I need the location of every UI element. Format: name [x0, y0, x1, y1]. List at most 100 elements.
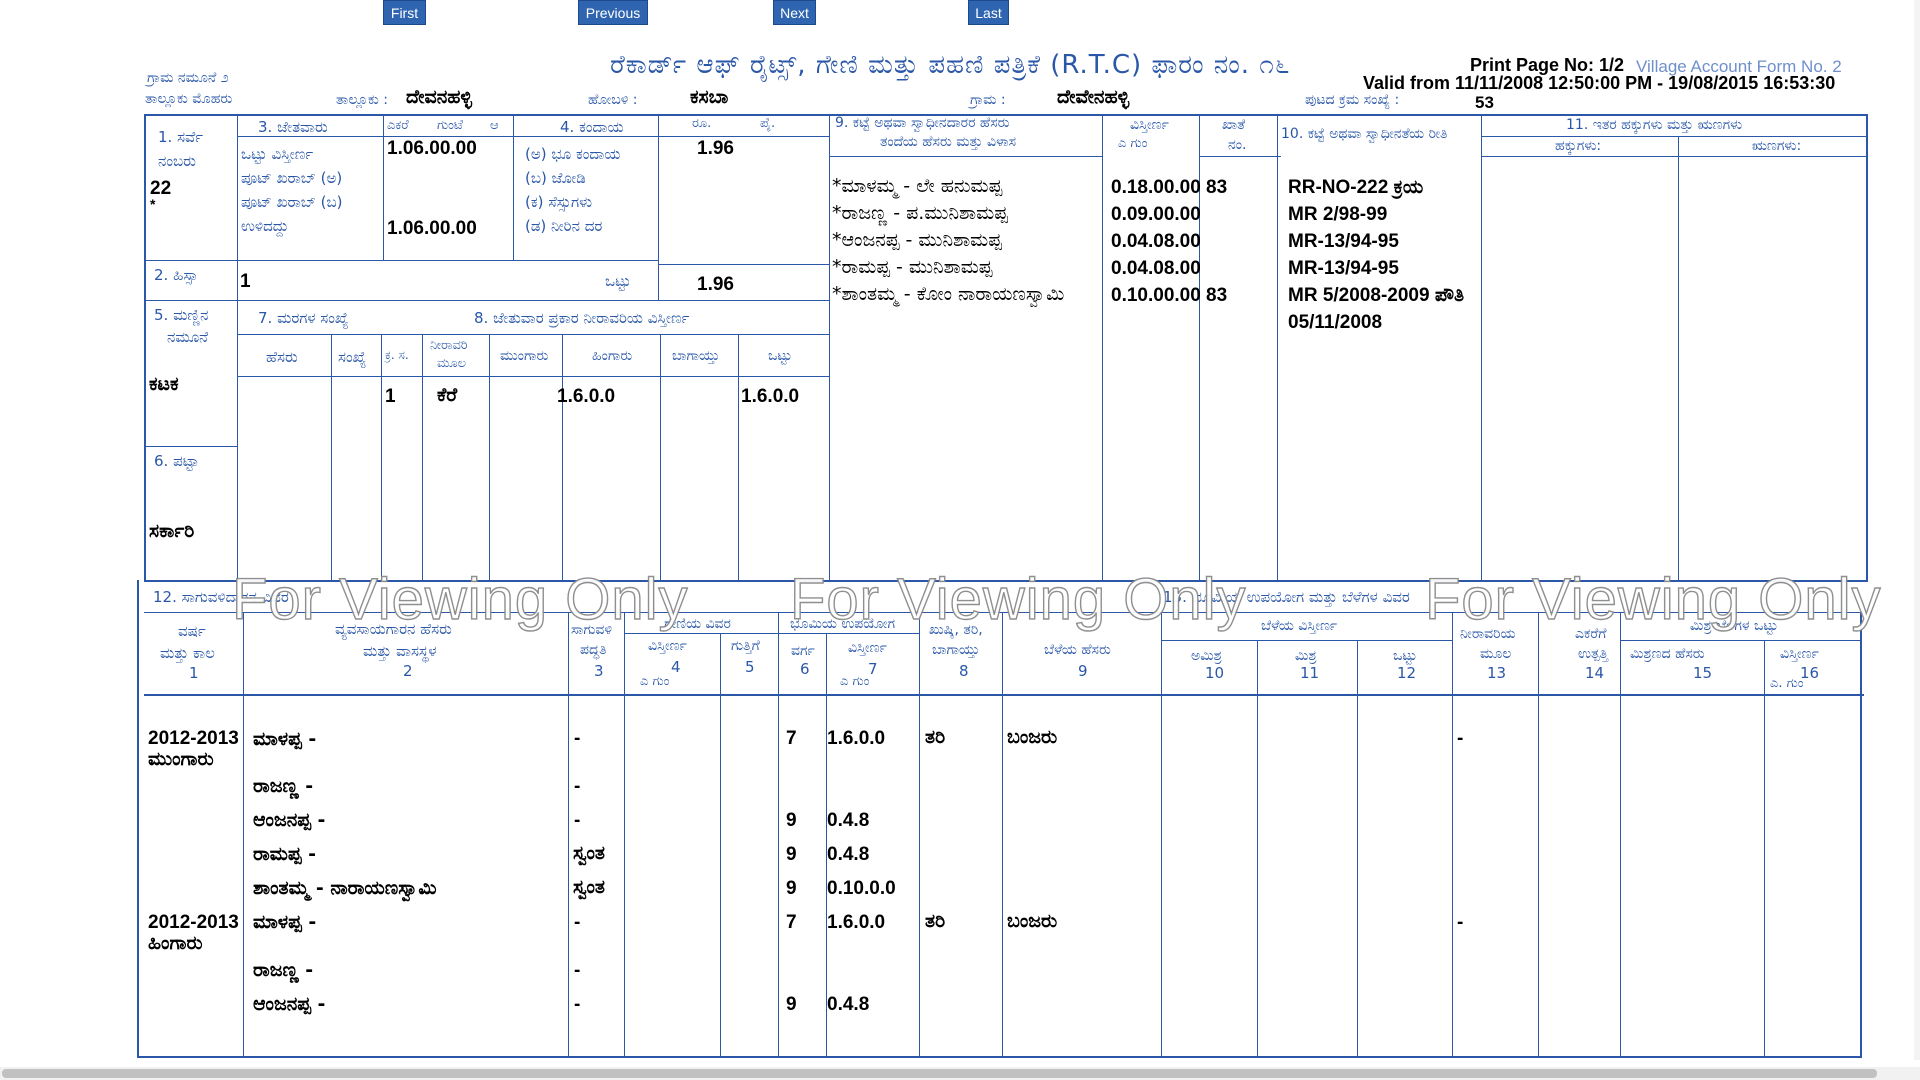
watermark-text: For Viewing Only: [789, 566, 1247, 632]
irr-bagayat-header: ಬಾಗಾಯ್ತು: [672, 348, 720, 364]
row-method: -: [574, 994, 581, 1015]
total-extent-value: 1.06.00.00: [387, 138, 477, 159]
owner-mode: MR-13/94-95: [1288, 231, 1399, 252]
row-cultivator: ಮಾಳಪ್ಪ -: [253, 911, 317, 933]
kandaya-total-value: 1.96: [697, 274, 734, 295]
liabilities-subheader: ಋಣಗಳು:: [1752, 138, 1802, 154]
irr-source-header-2: ಮೂಲ: [437, 356, 467, 371]
row-class: 7: [786, 728, 797, 749]
col-mixture-name: ಮಿಶ್ರಣದ ಹೆಸರು: [1630, 646, 1705, 662]
previous-button[interactable]: Previous: [578, 0, 648, 25]
row-extent: 0.4.8: [827, 994, 870, 1015]
col-year-header-2: ಮತ್ತು ಕಾಲ: [160, 644, 215, 662]
watermark-text: For Viewing Only: [1424, 566, 1882, 632]
kandaya-value: 1.96: [697, 138, 734, 159]
taluk-label: ತಾಲ್ಲೂಕು :: [336, 92, 388, 108]
irrigation-header: 8. ಜೇತುವಾರ ಪ್ರಕಾರ ನೀರಾವರಿಯ ವಿಸ್ತೀರ್ಣ: [474, 309, 690, 327]
owner-header-2: ತಂದೆಯ ಹೆಸರು ಮತ್ತು ವಿಳಾಸ: [880, 134, 1017, 150]
patta-value: ಸರ್ಕಾರಿ: [149, 520, 195, 542]
row-class: 9: [786, 810, 797, 831]
khata-header: ಖಾತೆ: [1222, 117, 1246, 133]
pot-kharab-b-label: ಪೂಟ್ ಖರಾಬ್ (ಬ): [241, 193, 343, 211]
hobli-label: ಹೋಬಳಿ :: [588, 92, 638, 108]
row-land-type: ತರಿ: [925, 726, 946, 748]
rights-subheader: ಹಕ್ಕುಗಳು:: [1555, 138, 1602, 154]
watermark-text: For Viewing Only: [231, 566, 689, 632]
owner-name: *ರಾಮಪ್ಪ - ಮುನಿಶಾಮಪ್ಪ: [832, 256, 993, 278]
kandaya-c: (ಕ) ಸೆಸ್ಸುಗಳು: [525, 193, 592, 211]
row-method: -: [574, 960, 581, 981]
page-serial-label: ಪುಟದ ಕ್ರಮ ಸಂಖ್ಯೆ :: [1305, 92, 1400, 108]
row-cultivator: ಮಾಳಪ್ಪ -: [253, 728, 317, 750]
col-method-num: 3: [594, 662, 604, 680]
irr-source-header: ನೀರಾವರಿ: [430, 338, 468, 353]
row-method: ಸ್ವಂತ: [573, 842, 605, 864]
row-class: 9: [786, 844, 797, 865]
trees-header: 7. ಮರಗಳ ಸಂಖ್ಯೆ: [258, 309, 349, 327]
owner-name: *ರಾಜಣ್ಣ - ಪ.ಮುನಿಶಾಮಪ್ಪ: [832, 202, 1008, 224]
col-yield-num: 14: [1585, 664, 1605, 682]
other-rights-header: 11. ಇತರ ಹಕ್ಕುಗಳು ಮತ್ತು ಋಣಗಳು: [1566, 117, 1743, 133]
col-lease-num: 5: [745, 658, 755, 676]
row-cultivator: ಶಾಂತಮ್ಮ - ನಾರಾಯಣಸ್ವಾಮಿ: [253, 877, 437, 899]
col-lease: ಗುತ್ತಿಗೆ: [731, 638, 760, 654]
row-cultivator: ಆಂಜನಪ್ಪ -: [253, 809, 326, 831]
village-value: ದೇವೇನಹಳ್ಳಿ: [1057, 86, 1130, 108]
row-land-type: ತರಿ: [925, 910, 946, 932]
acre-header: ಎಕರೆ: [387, 118, 409, 133]
owner-khata: 83: [1206, 285, 1228, 306]
col-rent-extent-num: 4: [671, 658, 681, 676]
col-irr-source-2: ಮೂಲ: [1480, 646, 1512, 662]
row-irr: -: [1457, 912, 1464, 933]
soil-type-header: 5. ಮಣ್ಣಿನ: [154, 306, 209, 324]
last-button[interactable]: Last: [968, 0, 1009, 25]
irr-total-header: ಒಟ್ಟು: [768, 348, 793, 364]
owner-extent: 0.04.08.00: [1111, 231, 1201, 252]
row-method: -: [574, 776, 581, 797]
first-button[interactable]: First: [383, 0, 426, 25]
next-button[interactable]: Next: [773, 0, 816, 25]
row-cultivator: ರಾಜಣ್ಣ -: [253, 959, 314, 981]
survey-number-header-2: ನಂಬರು: [158, 152, 196, 170]
remaining-value: 1.06.00.00: [387, 218, 477, 239]
row-class: 7: [786, 912, 797, 933]
col-mixed: ಮಿಶ್ರ: [1295, 648, 1317, 664]
tree-name-header: ಹೆಸರು: [266, 348, 298, 366]
owner-extent: 0.09.00.00: [1111, 204, 1201, 225]
row-method: -: [574, 810, 581, 831]
horizontal-scrollbar-thumb[interactable]: [2, 1069, 1877, 1078]
col-pure: ಅಮಿಶ್ರ: [1191, 648, 1222, 664]
owner-mode: RR-NO-222 ಕ್ರಯ: [1288, 177, 1424, 198]
row-crop: ಬಂಜರು: [1007, 726, 1058, 748]
a-header: ಆ: [490, 118, 499, 133]
owner-extent: 0.04.08.00: [1111, 258, 1201, 279]
col-use-extent: ವಿಸ್ತೀರ್ಣ: [848, 640, 887, 656]
col-use-extent-units: ಎ ಗುಂ: [840, 674, 870, 689]
row-class: 9: [786, 994, 797, 1015]
taluk-seal-label: ತಾಲ್ಲೂಕು ಮೊಹರು: [145, 91, 233, 107]
irr-total-value: 1.6.0.0: [741, 386, 800, 407]
irr-sno-header: ಕ್ರ. ಸ.: [385, 348, 409, 362]
kandaya-b: (ಬ) ಜೋಡಿ: [525, 169, 586, 187]
vertical-scrollbar[interactable]: [1914, 0, 1920, 1060]
col-land-type-2: ಬಾಗಾಯ್ತು: [932, 642, 980, 658]
row-irr: -: [1457, 728, 1464, 749]
col-year-num: 1: [189, 664, 199, 682]
col-pure-num: 10: [1205, 664, 1225, 682]
col-mixed-num: 11: [1300, 664, 1320, 682]
survey-star: *: [150, 196, 156, 212]
pot-kharab-a-label: ಪೂಟ್ ಖರಾಬ್ (ಅ): [241, 169, 343, 187]
col-cultivator-header-2: ಮತ್ತು ವಾಸಸ್ಥಳ: [363, 642, 437, 660]
validity-period: Valid from 11/11/2008 12:50:00 PM - 19/0…: [1363, 73, 1836, 93]
col-crop-name: ಬೆಳೆಯ ಹೆಸರು: [1044, 642, 1111, 658]
owner-extent: 0.10.00.00: [1111, 285, 1201, 306]
hissa-value: 1: [240, 271, 251, 292]
col-method-header-2: ಪದ್ಧತಿ: [580, 642, 607, 658]
col-mixture-extent-units: ಎ. ಗುಂ: [1770, 676, 1804, 691]
row-season: ಹಿಂಗಾರು: [148, 932, 203, 954]
kandaya-a: (ಅ) ಭೂ ಕಂದಾಯ: [525, 145, 621, 163]
tree-count-header: ಸಂಖ್ಯೆ: [338, 348, 367, 366]
col-class-num: 6: [800, 660, 810, 678]
irr-source-value: ಕೆರೆ: [437, 384, 458, 406]
form-number-kn: ಗ್ರಾಮ ನಮೂನೆ ೨: [147, 70, 229, 86]
